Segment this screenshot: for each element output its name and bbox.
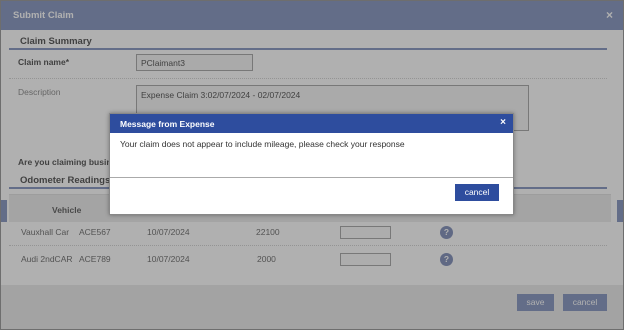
dialog-message: Your claim does not appear to include mi… <box>120 139 405 149</box>
dialog-header: Message from Expense × <box>110 114 513 133</box>
close-icon[interactable]: × <box>500 118 506 128</box>
message-dialog: Message from Expense × Your claim does n… <box>109 113 514 215</box>
dialog-title: Message from Expense <box>120 119 215 129</box>
dialog-divider <box>110 177 513 178</box>
dialog-cancel-button[interactable]: cancel <box>455 184 499 201</box>
